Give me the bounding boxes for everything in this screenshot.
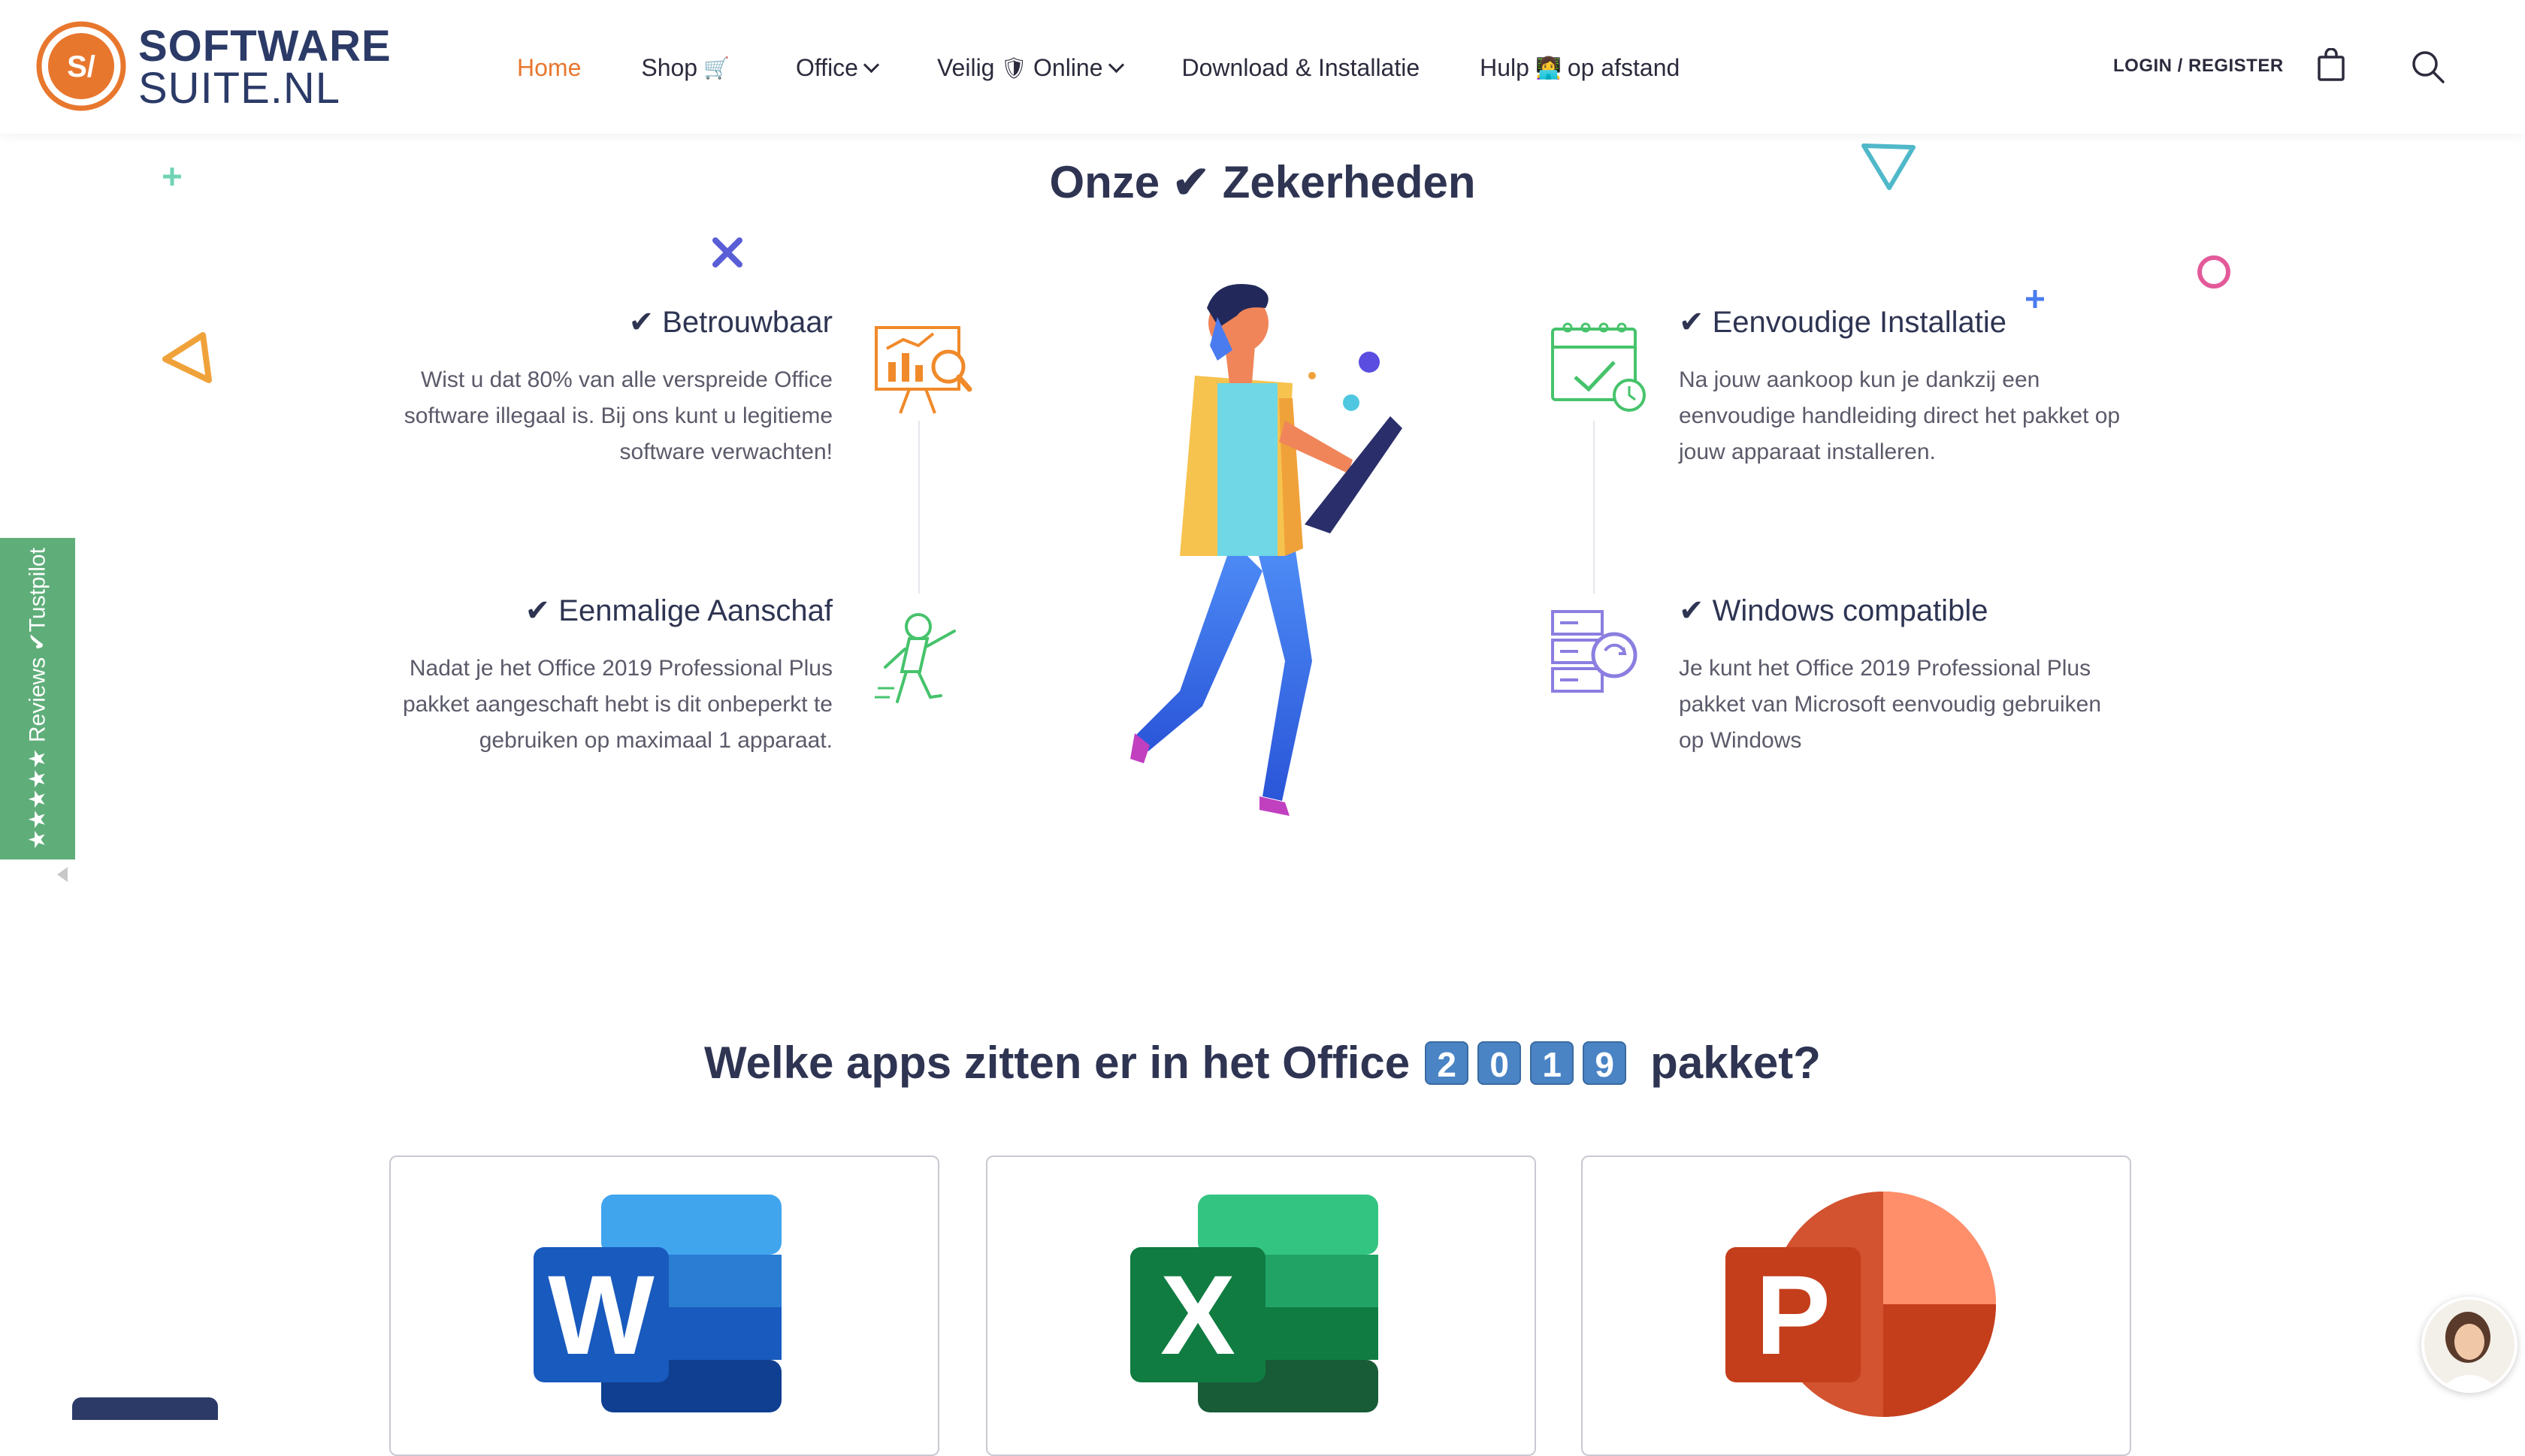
trustpilot-tab-label: ★★★★★ Reviews ✔Tustpilot xyxy=(25,548,50,850)
svg-text:P: P xyxy=(1755,1252,1831,1378)
feature-title: ✔ Eenmalige Aanschaf xyxy=(525,594,833,627)
feature-betrouwbaar: ✔ Betrouwbaar Wist u dat 80% van alle ve… xyxy=(382,305,833,470)
nav-hulp-op-afstand[interactable]: Hulp 👩‍💻 op afstand xyxy=(1480,54,1680,82)
logo-line1: SOFTWARE xyxy=(138,22,392,71)
support-emoji-icon: 👩‍💻 xyxy=(1535,56,1562,80)
svg-text:S/: S/ xyxy=(67,50,95,83)
nav-home[interactable]: Home xyxy=(517,54,581,82)
nav-shop[interactable]: Shop 🛒 xyxy=(641,54,736,82)
svg-text:X: X xyxy=(1160,1252,1235,1378)
excel-icon: X xyxy=(1130,1195,1378,1412)
svg-text:W: W xyxy=(548,1252,655,1378)
bag-icon[interactable] xyxy=(2316,48,2346,83)
logo-mark-icon: S/ xyxy=(36,21,126,111)
rocket-person-icon xyxy=(875,613,956,703)
feature-title: ✔ Betrouwbaar xyxy=(628,306,833,339)
nav-office-label: Office xyxy=(795,53,858,81)
site-header: S/ SOFTWARE SUITE.NL Home Shop 🛒 Office V… xyxy=(0,0,2525,134)
year-digits: 2 0 1 9 xyxy=(1425,1041,1635,1085)
apps-title-before: Welke apps zitten er in het Office xyxy=(704,1038,1411,1088)
nav-hulp-label: Hulp xyxy=(1480,53,1529,81)
bottom-tab[interactable] xyxy=(72,1397,218,1420)
digit-box: 2 xyxy=(1425,1041,1469,1085)
feature-title: ✔ Windows compatible xyxy=(1679,594,1988,627)
nav-veilig-online[interactable]: Veilig 🛡 Online xyxy=(936,53,1124,82)
app-card-excel[interactable]: X xyxy=(986,1155,1536,1456)
digit-box: 1 xyxy=(1530,1041,1574,1085)
main-nav: Home Shop 🛒 Office Veilig 🛡 Online Download… xyxy=(517,47,1740,89)
site-logo[interactable]: S/ SOFTWARE SUITE.NL xyxy=(36,21,412,114)
logo-line2: SUITE.NL xyxy=(138,64,341,113)
divider-line xyxy=(918,421,920,594)
nav-shop-label: Shop xyxy=(641,53,698,81)
nav-download-installatie[interactable]: Download & Installatie xyxy=(1182,54,1420,82)
feature-text: Wist u dat 80% van alle verspreide Offic… xyxy=(404,367,833,464)
chevron-down-icon xyxy=(1108,56,1124,73)
nav-office[interactable]: Office xyxy=(795,53,880,82)
divider-line xyxy=(1593,421,1595,594)
walking-person-illustration xyxy=(1130,284,1402,816)
digit-box: 9 xyxy=(1583,1041,1627,1085)
chat-avatar[interactable] xyxy=(2421,1297,2517,1393)
feature-text: Na jouw aankoop kun je dankzij een eenvo… xyxy=(1679,367,2121,464)
zekerheden-title: Onze ✔ Zekerheden xyxy=(1049,157,1476,207)
feature-title: ✔ Eenvoudige Installatie xyxy=(1679,306,2007,339)
triangle-shape-icon xyxy=(162,332,212,383)
login-register-link[interactable]: LOGIN / REGISTER xyxy=(2113,56,2284,77)
digit-box: 0 xyxy=(1477,1041,1522,1085)
nav-online-label: Online xyxy=(1033,53,1103,81)
server-refresh-icon xyxy=(1551,610,1637,693)
powerpoint-icon: P xyxy=(1725,1192,1996,1417)
collapse-arrow-icon[interactable] xyxy=(57,867,68,882)
feature-windows-compatible: ✔ Windows compatible Je kunt het Office … xyxy=(1679,594,2130,759)
presentation-chart-icon xyxy=(875,326,972,414)
app-card-word[interactable]: W xyxy=(389,1155,939,1456)
feature-text: Nadat je het Office 2019 Professional Pl… xyxy=(402,656,833,753)
search-icon[interactable] xyxy=(2411,50,2445,84)
nav-home-label: Home xyxy=(517,53,582,81)
feature-text: Je kunt het Office 2019 Professional Plu… xyxy=(1679,656,2102,753)
nav-download-label: Download & Installatie xyxy=(1181,53,1420,81)
word-icon: W xyxy=(534,1195,782,1412)
app-card-powerpoint[interactable]: P xyxy=(1581,1155,2131,1456)
ring-shape-icon xyxy=(2197,255,2230,288)
calendar-check-icon xyxy=(1551,322,1646,412)
chevron-down-icon xyxy=(863,56,880,73)
logo-wordmark: SOFTWARE SUITE.NL xyxy=(138,22,392,113)
apps-title-after: pakket? xyxy=(1650,1038,1821,1088)
nav-veilig-label: Veilig xyxy=(936,53,995,81)
nav-afstand-label: op afstand xyxy=(1567,53,1680,81)
cross-shape-icon xyxy=(712,237,742,267)
apps-section-title: Welke apps zitten er in het Office 2 0 1… xyxy=(0,1037,2525,1089)
feature-eenmalige-aanschaf: ✔ Eenmalige Aanschaf Nadat je het Office… xyxy=(382,594,833,759)
person-avatar-icon xyxy=(2424,1300,2514,1390)
cart-emoji-icon: 🛒 xyxy=(703,56,730,80)
feature-eenvoudige-installatie: ✔ Eenvoudige Installatie Na jouw aankoop… xyxy=(1679,305,2130,470)
shield-emoji-icon: 🛡 xyxy=(1000,56,1028,80)
